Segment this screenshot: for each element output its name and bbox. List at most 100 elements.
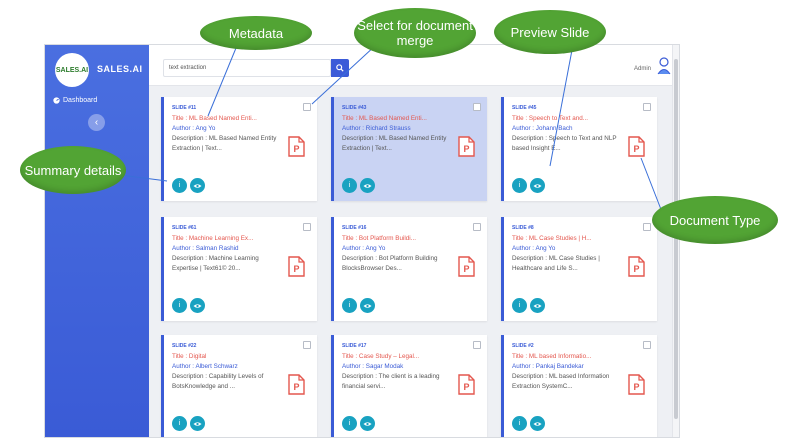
callout-select-merge: Select for document merge	[354, 8, 476, 58]
info-icon: i	[348, 420, 351, 427]
slide-author: Author : Richard Strauss	[342, 125, 411, 132]
slide-card[interactable]: SLIDE #16 Title : Bot Platform Buildi... A…	[331, 217, 487, 321]
svg-text:P: P	[293, 144, 299, 154]
slide-title: Title : ML Based Named Enti...	[342, 115, 427, 122]
avatar-icon[interactable]	[657, 57, 671, 75]
page-scrollbar[interactable]	[672, 45, 679, 437]
eye-icon	[533, 421, 542, 426]
summary-details-button[interactable]: i	[342, 178, 357, 193]
preview-slide-button[interactable]	[530, 298, 545, 313]
summary-details-button[interactable]: i	[172, 416, 187, 431]
select-merge-checkbox[interactable]	[303, 103, 311, 111]
svg-text:P: P	[633, 264, 639, 274]
slide-number: SLIDE #45	[512, 105, 537, 111]
select-merge-checkbox[interactable]	[473, 341, 481, 349]
preview-slide-button[interactable]	[530, 416, 545, 431]
summary-details-button[interactable]: i	[342, 298, 357, 313]
slide-description: Description : Speech to Text and NLP bas…	[512, 135, 617, 152]
slide-author: Author : Ang Yo	[512, 245, 556, 252]
logo-icon: SALES.AI	[55, 53, 89, 87]
sidebar: SALES.AI SALES.AI Dashboard ‹	[45, 45, 149, 437]
preview-slide-button[interactable]	[530, 178, 545, 193]
info-icon: i	[178, 420, 181, 427]
slide-description: Description : ML Based Named Entity Extr…	[172, 135, 277, 152]
slide-description: Description : ML Based Named Entity Extr…	[342, 135, 447, 152]
search-button[interactable]	[331, 59, 349, 77]
powerpoint-file-icon: P	[628, 136, 645, 157]
summary-details-button[interactable]: i	[512, 416, 527, 431]
powerpoint-file-icon: P	[288, 136, 305, 157]
slide-card[interactable]: SLIDE #8 Title : ML Case Studies | H... Au…	[501, 217, 657, 321]
slide-number: SLIDE #8	[512, 225, 534, 231]
logo-text: SALES.AI	[97, 64, 143, 74]
slide-card[interactable]: SLIDE #11 Title : ML Based Named Enti... A…	[161, 97, 317, 201]
slide-card[interactable]: SLIDE #43 Title : ML Based Named Enti... A…	[331, 97, 487, 201]
callout-summary: Summary details	[20, 146, 126, 194]
powerpoint-file-icon: P	[628, 256, 645, 277]
info-icon: i	[518, 302, 521, 309]
slide-description: Description : ML Case Studies | Healthca…	[512, 255, 600, 272]
svg-text:P: P	[293, 264, 299, 274]
info-icon: i	[518, 182, 521, 189]
user-name[interactable]: Admin	[634, 66, 651, 72]
slide-title: Title : Speech to Text and...	[512, 115, 588, 122]
slide-card[interactable]: SLIDE #61 Title : Machine Learning Ex... A…	[161, 217, 317, 321]
svg-text:P: P	[463, 264, 469, 274]
select-merge-checkbox[interactable]	[643, 223, 651, 231]
select-merge-checkbox[interactable]	[643, 103, 651, 111]
slide-description: Description : Capability Levels of BotsK…	[172, 373, 264, 390]
slide-title: Title : Machine Learning Ex...	[172, 235, 254, 242]
slide-card[interactable]: SLIDE #45 Title : Speech to Text and... Au…	[501, 97, 657, 201]
slide-card[interactable]: SLIDE #17 Title : Case Study – Legal... Au…	[331, 335, 487, 437]
slide-author: Author : Sagar Modak	[342, 363, 404, 370]
summary-details-button[interactable]: i	[172, 298, 187, 313]
collapse-sidebar-button[interactable]: ‹	[88, 114, 105, 131]
slide-card[interactable]: SLIDE #2 Title : ML based Informatio... Au…	[501, 335, 657, 437]
info-icon: i	[348, 302, 351, 309]
preview-slide-button[interactable]	[360, 178, 375, 193]
slide-description: Description : Machine Learning Expertise…	[172, 255, 259, 272]
slide-card[interactable]: SLIDE #22 Title : Digital Author : Albert …	[161, 335, 317, 437]
select-merge-checkbox[interactable]	[643, 341, 651, 349]
slide-description: Description : ML based Information Extra…	[512, 373, 610, 390]
info-icon: i	[178, 182, 181, 189]
eye-icon	[363, 183, 372, 188]
preview-slide-button[interactable]	[360, 298, 375, 313]
select-merge-checkbox[interactable]	[473, 223, 481, 231]
select-merge-checkbox[interactable]	[303, 223, 311, 231]
preview-slide-button[interactable]	[190, 298, 205, 313]
slide-number: SLIDE #16	[342, 225, 367, 231]
callout-preview: Preview Slide	[494, 10, 606, 54]
sidebar-item-label: Dashboard	[63, 97, 98, 104]
callout-doctype: Document Type	[652, 196, 778, 244]
slide-author: Author : Pankaj Bandekar	[512, 363, 584, 370]
summary-details-button[interactable]: i	[512, 178, 527, 193]
eye-icon	[193, 303, 202, 308]
select-merge-checkbox[interactable]	[473, 103, 481, 111]
summary-details-button[interactable]: i	[172, 178, 187, 193]
search-input[interactable]: text extraction	[163, 59, 331, 77]
powerpoint-file-icon: P	[458, 374, 475, 395]
preview-slide-button[interactable]	[190, 178, 205, 193]
slide-title: Title : ML based Informatio...	[512, 353, 592, 360]
sidebar-item-dashboard[interactable]: Dashboard	[53, 97, 97, 104]
powerpoint-file-icon: P	[288, 374, 305, 395]
summary-details-button[interactable]: i	[342, 416, 357, 431]
info-icon: i	[518, 420, 521, 427]
powerpoint-file-icon: P	[288, 256, 305, 277]
callout-metadata: Metadata	[200, 16, 312, 50]
preview-slide-button[interactable]	[360, 416, 375, 431]
svg-text:P: P	[293, 382, 299, 392]
slide-number: SLIDE #43	[342, 105, 367, 111]
eye-icon	[193, 183, 202, 188]
slide-author: Author : Albert Schwarz	[172, 363, 238, 370]
summary-details-button[interactable]: i	[512, 298, 527, 313]
eye-icon	[363, 421, 372, 426]
slide-title: Title : ML Based Named Enti...	[172, 115, 257, 122]
preview-slide-button[interactable]	[190, 416, 205, 431]
powerpoint-file-icon: P	[458, 136, 475, 157]
info-icon: i	[348, 182, 351, 189]
eye-icon	[533, 183, 542, 188]
slide-title: Title : Bot Platform Buildi...	[342, 235, 416, 242]
select-merge-checkbox[interactable]	[303, 341, 311, 349]
